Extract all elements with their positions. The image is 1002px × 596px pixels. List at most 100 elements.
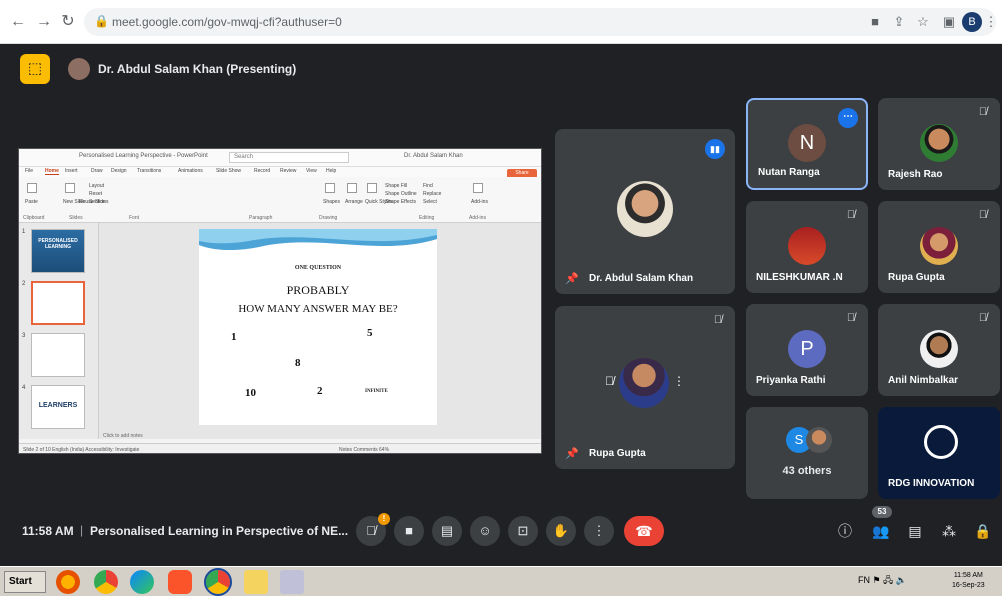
ppt-ribbon-icon[interactable]: [347, 183, 357, 193]
leave-call-button[interactable]: ☎: [624, 516, 664, 546]
ppt-ribbon-item[interactable]: Shape Outline: [385, 191, 417, 197]
forward-icon[interactable]: →: [34, 12, 54, 32]
more-options-button[interactable]: ⋮: [584, 516, 614, 546]
notepad-icon[interactable]: [244, 570, 268, 594]
chrome-active-icon[interactable]: [204, 568, 232, 596]
ppt-ribbon-icon[interactable]: [367, 183, 377, 193]
more-options-icon[interactable]: ⋯: [838, 108, 858, 128]
tray-network-icon[interactable]: 🖧: [883, 575, 893, 585]
ppt-ribbon-item[interactable]: Reset: [89, 191, 102, 197]
ppt-tab[interactable]: Record: [254, 168, 270, 174]
profile-avatar[interactable]: B: [962, 12, 982, 32]
ppt-ribbon-icon[interactable]: [473, 183, 483, 193]
address-bar[interactable]: 🔒 meet.google.com/gov-mwqj-cfi?authuser=…: [84, 8, 998, 36]
letter-avatar: N: [788, 124, 826, 162]
tile-rajesh-rao[interactable]: 🎙̸ Rajesh Rao: [878, 98, 1000, 190]
presenter-label: Dr. Abdul Salam Khan (Presenting): [98, 62, 297, 76]
ppt-tab[interactable]: Insert: [65, 168, 78, 174]
chrome-icon[interactable]: [94, 570, 118, 594]
reload-icon[interactable]: ↻: [58, 12, 78, 32]
ppt-tab[interactable]: Transitions: [137, 168, 161, 174]
paint-icon[interactable]: [280, 570, 304, 594]
ppt-search: Search: [229, 152, 349, 163]
ppt-ribbon-item[interactable]: Find: [423, 183, 433, 189]
clock-time: 11:58 AM: [953, 572, 983, 579]
present-button[interactable]: ⊡: [508, 516, 538, 546]
mic-off-icon: 🎙̸: [846, 209, 856, 221]
tile-rdg-innovation[interactable]: RDG INNOVATION: [878, 407, 1000, 499]
tile-others[interactable]: S 43 others: [746, 407, 868, 499]
ppt-ribbon-item[interactable]: Shape Effects: [385, 199, 416, 205]
activities-icon[interactable]: ⁂: [938, 520, 960, 542]
system-clock[interactable]: 11:58 AM 16-Sep-23: [952, 571, 985, 591]
raise-hand-button[interactable]: ✋: [546, 516, 576, 546]
tile-priyanka-rathi[interactable]: 🎙̸ P Priyanka Rathi: [746, 304, 868, 396]
back-icon[interactable]: ←: [8, 12, 28, 32]
ppt-ribbon-item[interactable]: Add-ins: [471, 199, 488, 205]
ppt-ribbon-group: Editing: [419, 215, 435, 221]
brave-icon[interactable]: [168, 570, 192, 594]
ppt-ribbon-icon[interactable]: [325, 183, 335, 193]
ppt-ribbon-item[interactable]: Paste: [25, 199, 38, 205]
more-vert-icon[interactable]: ⋮: [673, 374, 685, 388]
meeting-title: Personalised Learning in Perspective of …: [90, 524, 349, 538]
ppt-ribbon-icon[interactable]: [65, 183, 75, 193]
ppt-tab[interactable]: Design: [111, 168, 127, 174]
chat-icon[interactable]: ▤: [904, 520, 926, 542]
ppt-tab[interactable]: Review: [280, 168, 296, 174]
ppt-tab[interactable]: Help: [326, 168, 336, 174]
people-icon[interactable]: 👥: [870, 520, 892, 542]
share-page-icon[interactable]: ⇪: [890, 14, 908, 30]
start-button[interactable]: Start: [4, 571, 46, 593]
ppt-tab[interactable]: Slide Show: [216, 168, 241, 174]
bookmark-star-icon[interactable]: ☆: [914, 14, 932, 30]
tile-anil-nimbalkar[interactable]: 🎙̸ Anil Nimbalkar: [878, 304, 1000, 396]
camera-icon[interactable]: ■: [866, 14, 884, 29]
captions-button[interactable]: ▤: [432, 516, 462, 546]
tray-volume-icon[interactable]: 🔈: [896, 575, 907, 585]
tile-abdul-salam-khan[interactable]: ▮▮ 📌 Dr. Abdul Salam Khan: [555, 129, 735, 294]
mic-off-icon: 🎙̸: [605, 374, 614, 388]
clock-date: 16-Sep-23: [952, 582, 985, 589]
ppt-ribbon-item[interactable]: Shape Fill: [385, 183, 407, 189]
slide-question-label: ONE QUESTION: [294, 265, 342, 271]
camera-button[interactable]: ■: [394, 516, 424, 546]
ppt-ribbon-item[interactable]: Layout: [89, 183, 104, 189]
firefox-icon[interactable]: [56, 570, 80, 594]
host-controls-icon[interactable]: 🔒: [972, 520, 994, 542]
tile-nutan-ranga[interactable]: ⋯ N Nutan Ranga: [746, 98, 868, 190]
thumb-number: 2: [22, 281, 26, 287]
tile-rupa-gupta[interactable]: 🎙̸ Rupa Gupta: [878, 201, 1000, 293]
tile-rupa-gupta-pinned[interactable]: 🎙̸ 🎙̸ ⋮ 📌 Rupa Gupta: [555, 306, 735, 469]
ppt-tab[interactable]: View: [306, 168, 317, 174]
ppt-tab[interactable]: Animations: [178, 168, 203, 174]
ppt-ribbon-item[interactable]: Arrange: [345, 199, 363, 205]
ppt-tab[interactable]: File: [25, 168, 33, 174]
start-label: Start: [9, 576, 32, 587]
ppt-ribbon-item[interactable]: Select: [423, 199, 437, 205]
browser-menu-icon[interactable]: ⋮: [982, 14, 1000, 30]
ppt-ribbon-item[interactable]: Section: [89, 199, 106, 205]
meeting-info-icon[interactable]: ⓘ: [834, 520, 856, 542]
tile-nileshkumar[interactable]: 🎙̸ NILESHKUMAR .N: [746, 201, 868, 293]
pin-icon[interactable]: 📌: [565, 272, 579, 285]
participant-name: Anil Nimbalkar: [888, 375, 959, 386]
thumb-number: 4: [22, 385, 26, 391]
ppt-ribbon-item[interactable]: Shapes: [323, 199, 340, 205]
mic-off-icon: 🎙̸: [713, 314, 723, 326]
thumbnail-2: [31, 281, 85, 325]
pin-icon[interactable]: 📌: [565, 447, 579, 460]
present-screen-icon[interactable]: ⬚: [20, 54, 50, 84]
tray-flag-icon[interactable]: ⚑: [873, 575, 881, 585]
ppt-statusbar: Slide 2 of 10 English (India) Accessibil…: [19, 443, 541, 453]
emoji-button[interactable]: ☺: [470, 516, 500, 546]
ppt-ribbon-group: Paragraph: [249, 215, 273, 221]
ppt-ribbon-item[interactable]: Replace: [423, 191, 441, 197]
ppt-tab[interactable]: Draw: [91, 168, 103, 174]
ppt-tab[interactable]: Home: [45, 168, 59, 175]
ppt-ribbon-icon[interactable]: [27, 183, 37, 193]
presenter-avatar: [68, 58, 90, 80]
window-icon[interactable]: ▣: [940, 14, 958, 30]
participant-photo: [617, 181, 673, 237]
edge-icon[interactable]: [130, 570, 154, 594]
